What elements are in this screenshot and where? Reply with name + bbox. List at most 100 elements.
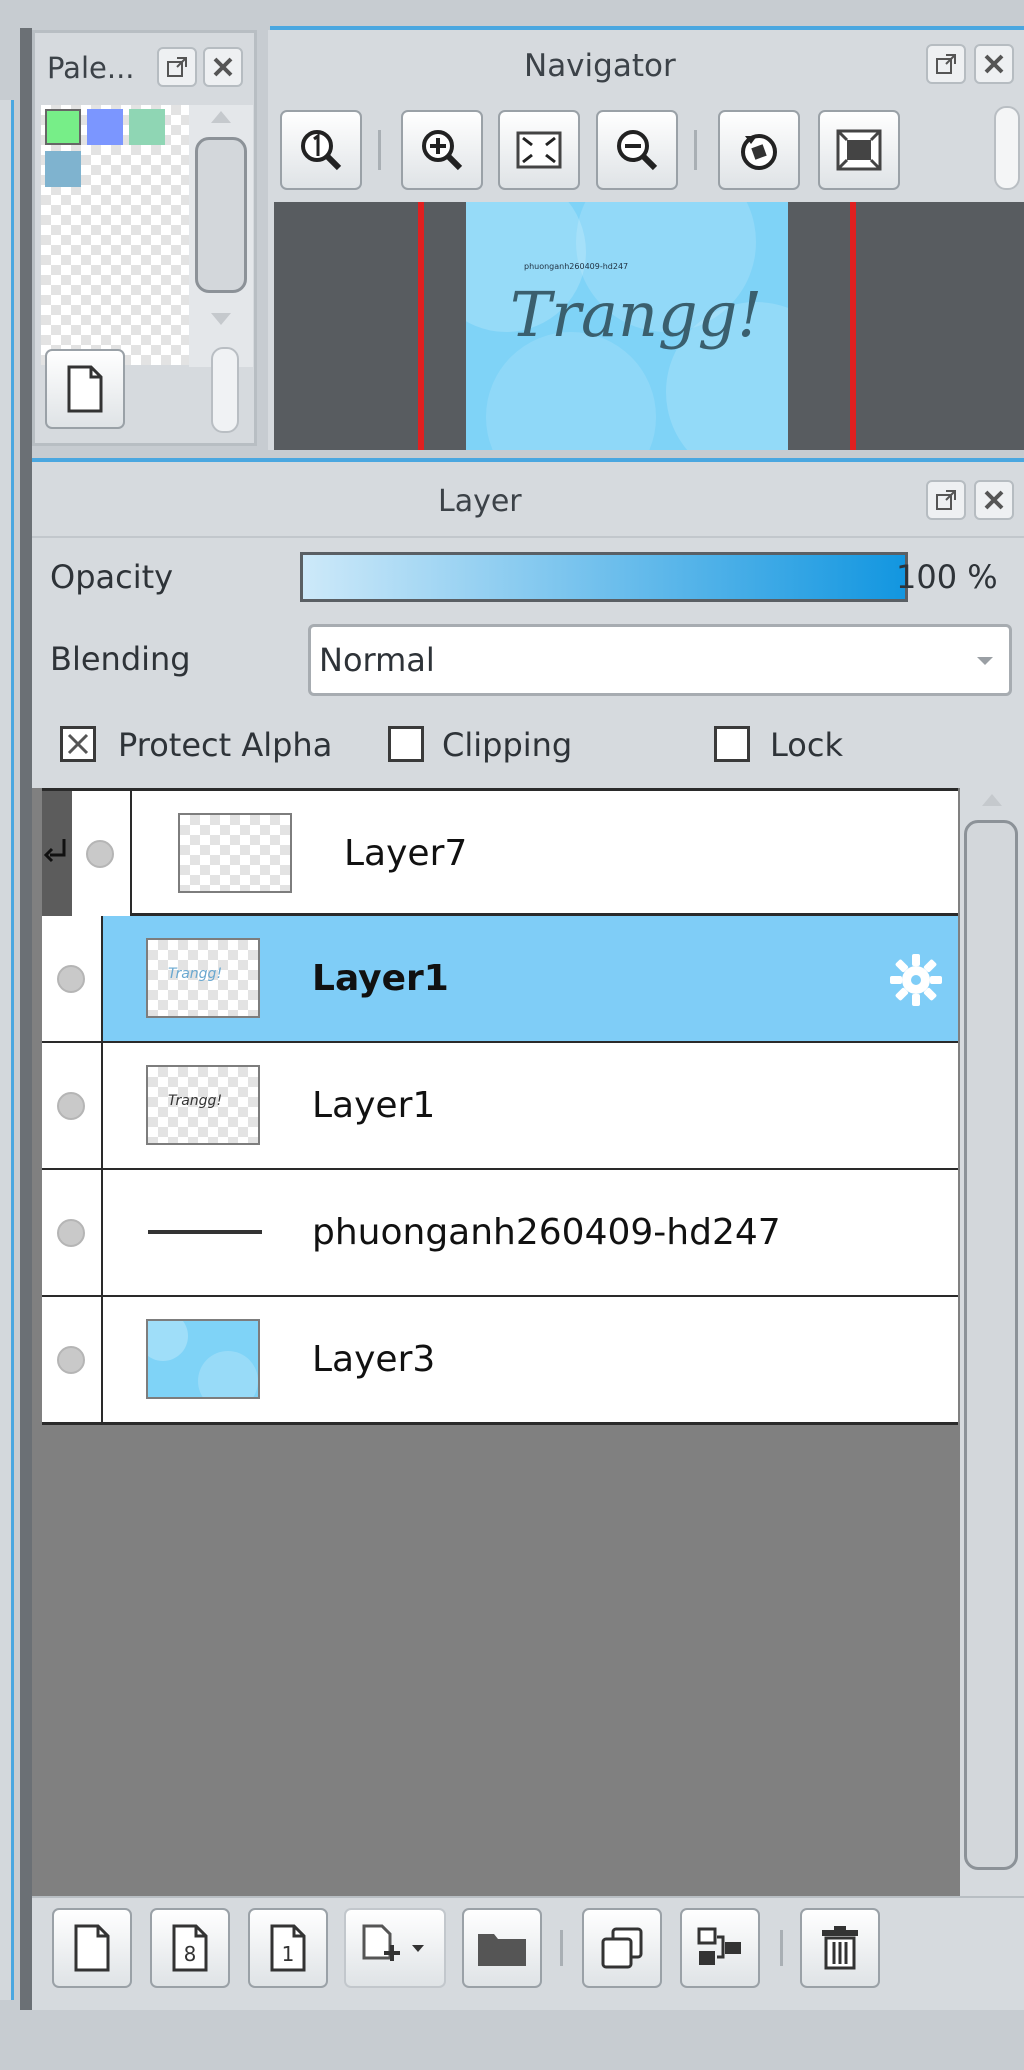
navigator-toolbar-scrollbar[interactable]	[994, 106, 1020, 190]
opacity-slider-fill	[303, 555, 905, 599]
fit-to-window-button[interactable]	[498, 110, 580, 190]
palette-new-button[interactable]	[45, 349, 125, 429]
palette-detach-icon[interactable]	[157, 47, 197, 87]
layer-row-layer7[interactable]: Layer7	[42, 788, 958, 917]
folder-icon	[478, 1934, 526, 1966]
navigator-detach-icon[interactable]	[926, 44, 966, 84]
canvas-preview-thumbnail: phuonganh260409-hd247 Trangg!	[466, 202, 788, 450]
layer-visibility-toggle[interactable]	[42, 1170, 103, 1295]
protect-alpha-label: Protect Alpha	[118, 726, 333, 764]
blending-select[interactable]: Normal	[308, 624, 1012, 696]
navigator-panel: Navigator phuonganh260409-hd247 Trangg!	[268, 30, 1024, 450]
palette-scroll-thumb[interactable]	[195, 137, 247, 293]
palette-swatch-2[interactable]	[87, 109, 123, 145]
navigator-preview-area[interactable]: phuonganh260409-hd247 Trangg!	[274, 202, 1024, 450]
zoom-in-icon	[422, 130, 463, 171]
layer-scroll-thumb[interactable]	[964, 820, 1018, 1870]
lock-label: Lock	[770, 726, 843, 764]
layer-close-icon[interactable]	[974, 480, 1014, 520]
new-1bit-layer-icon: 1	[270, 1924, 306, 1972]
text-layer-line-icon	[148, 1230, 262, 1234]
visibility-dot-icon	[57, 965, 85, 993]
palette-title: Pale...	[47, 51, 135, 85]
svg-text:8: 8	[184, 1942, 197, 1966]
layer-row-layer3[interactable]: Layer3	[42, 1297, 958, 1425]
toolbar-separator	[780, 1930, 783, 1966]
layer-name: Layer1	[312, 1085, 436, 1126]
clipping-label: Clipping	[442, 726, 573, 764]
new-8bit-layer-icon: 8	[172, 1924, 208, 1972]
view-boundary-left	[418, 202, 424, 450]
layer-row-layer1-selected[interactable]: Trangg! Layer1	[42, 916, 958, 1044]
view-boundary-right	[850, 202, 856, 450]
layer-name: phuonganh260409-hd247	[312, 1212, 781, 1253]
fit-window-icon	[516, 131, 562, 169]
layer-list-scrollbar[interactable]	[960, 788, 1024, 1900]
duplicate-layer-button[interactable]	[582, 1908, 662, 1988]
palette-swatch-1[interactable]	[45, 109, 81, 145]
palette-close-icon[interactable]	[203, 47, 243, 87]
opacity-value: 100 %	[896, 558, 998, 596]
zoom-1-icon	[301, 130, 342, 171]
layer-thumbnail-text: Trangg!	[168, 1093, 223, 1109]
svg-text:1: 1	[282, 1942, 295, 1966]
flip-icon	[836, 129, 882, 171]
visibility-dot-icon	[86, 840, 114, 868]
new-folder-button[interactable]	[462, 1908, 542, 1988]
layer-visibility-toggle[interactable]	[42, 1043, 103, 1168]
trash-icon	[822, 1926, 858, 1970]
visibility-dot-icon	[57, 1219, 85, 1247]
palette-swatch-4[interactable]	[45, 151, 81, 187]
layer-row-layer1[interactable]: Trangg! Layer1	[42, 1043, 958, 1171]
layer-visibility-toggle[interactable]	[42, 1297, 103, 1422]
merge-down-button[interactable]	[680, 1908, 760, 1988]
palette-lower-scrollbar[interactable]	[211, 347, 239, 433]
protect-alpha-checkbox[interactable]	[60, 726, 96, 762]
navigator-title: Navigator	[524, 48, 676, 84]
layer-settings-gear-icon[interactable]	[886, 950, 946, 1010]
blending-select-value: Normal	[319, 641, 435, 679]
new-1bit-layer-button[interactable]: 1	[248, 1908, 328, 1988]
layer-header-divider	[32, 536, 1024, 538]
layer-visibility-toggle[interactable]	[42, 916, 103, 1041]
chevron-down-icon	[977, 657, 993, 665]
new-8bit-layer-button[interactable]: 8	[150, 1908, 230, 1988]
flip-button[interactable]	[818, 110, 900, 190]
rotate-button[interactable]	[718, 110, 800, 190]
lock-checkbox[interactable]	[714, 726, 750, 762]
navigator-close-icon[interactable]	[974, 44, 1014, 84]
layer-row-phuonganh[interactable]: phuonganh260409-hd247	[42, 1170, 958, 1298]
zoom-in-button[interactable]	[401, 110, 483, 190]
nav-separator	[694, 130, 697, 170]
layer-thumbnail: Trangg!	[146, 938, 260, 1018]
zoom-out-icon	[617, 130, 658, 171]
merge-layer-icon	[697, 1927, 741, 1965]
left-edge-panel	[0, 100, 14, 2000]
palette-scroll-up-icon[interactable]	[211, 111, 231, 123]
add-layer-dropdown-button[interactable]	[344, 1908, 446, 1988]
clipping-checkbox[interactable]	[388, 726, 424, 762]
layer-name: Layer1	[312, 958, 449, 999]
delete-layer-button[interactable]	[800, 1908, 880, 1988]
palette-scrollbar[interactable]	[189, 105, 253, 367]
layer-visibility-toggle[interactable]	[72, 791, 132, 917]
clip-arrow-icon	[43, 839, 66, 863]
vertical-divider[interactable]	[20, 28, 32, 2010]
layer-detach-icon[interactable]	[926, 480, 966, 520]
layer-thumbnail	[146, 1319, 260, 1399]
add-layer-icon	[362, 1924, 424, 1961]
rotate-icon	[741, 134, 777, 170]
layer-name: Layer7	[344, 833, 468, 874]
preview-subtext: phuonganh260409-hd247	[524, 262, 629, 271]
clipping-indicator	[42, 791, 72, 917]
palette-swatch-3[interactable]	[129, 109, 165, 145]
layer-scroll-up-icon[interactable]	[982, 794, 1002, 806]
palette-swatch-area[interactable]	[41, 105, 189, 365]
zoom-actual-size-button[interactable]	[280, 110, 362, 190]
zoom-out-button[interactable]	[596, 110, 678, 190]
new-layer-button[interactable]	[52, 1908, 132, 1988]
palette-scroll-down-icon[interactable]	[211, 313, 231, 325]
layer-panel-title: Layer	[438, 484, 522, 519]
opacity-slider[interactable]	[300, 552, 908, 602]
layer-thumbnail	[178, 813, 292, 893]
